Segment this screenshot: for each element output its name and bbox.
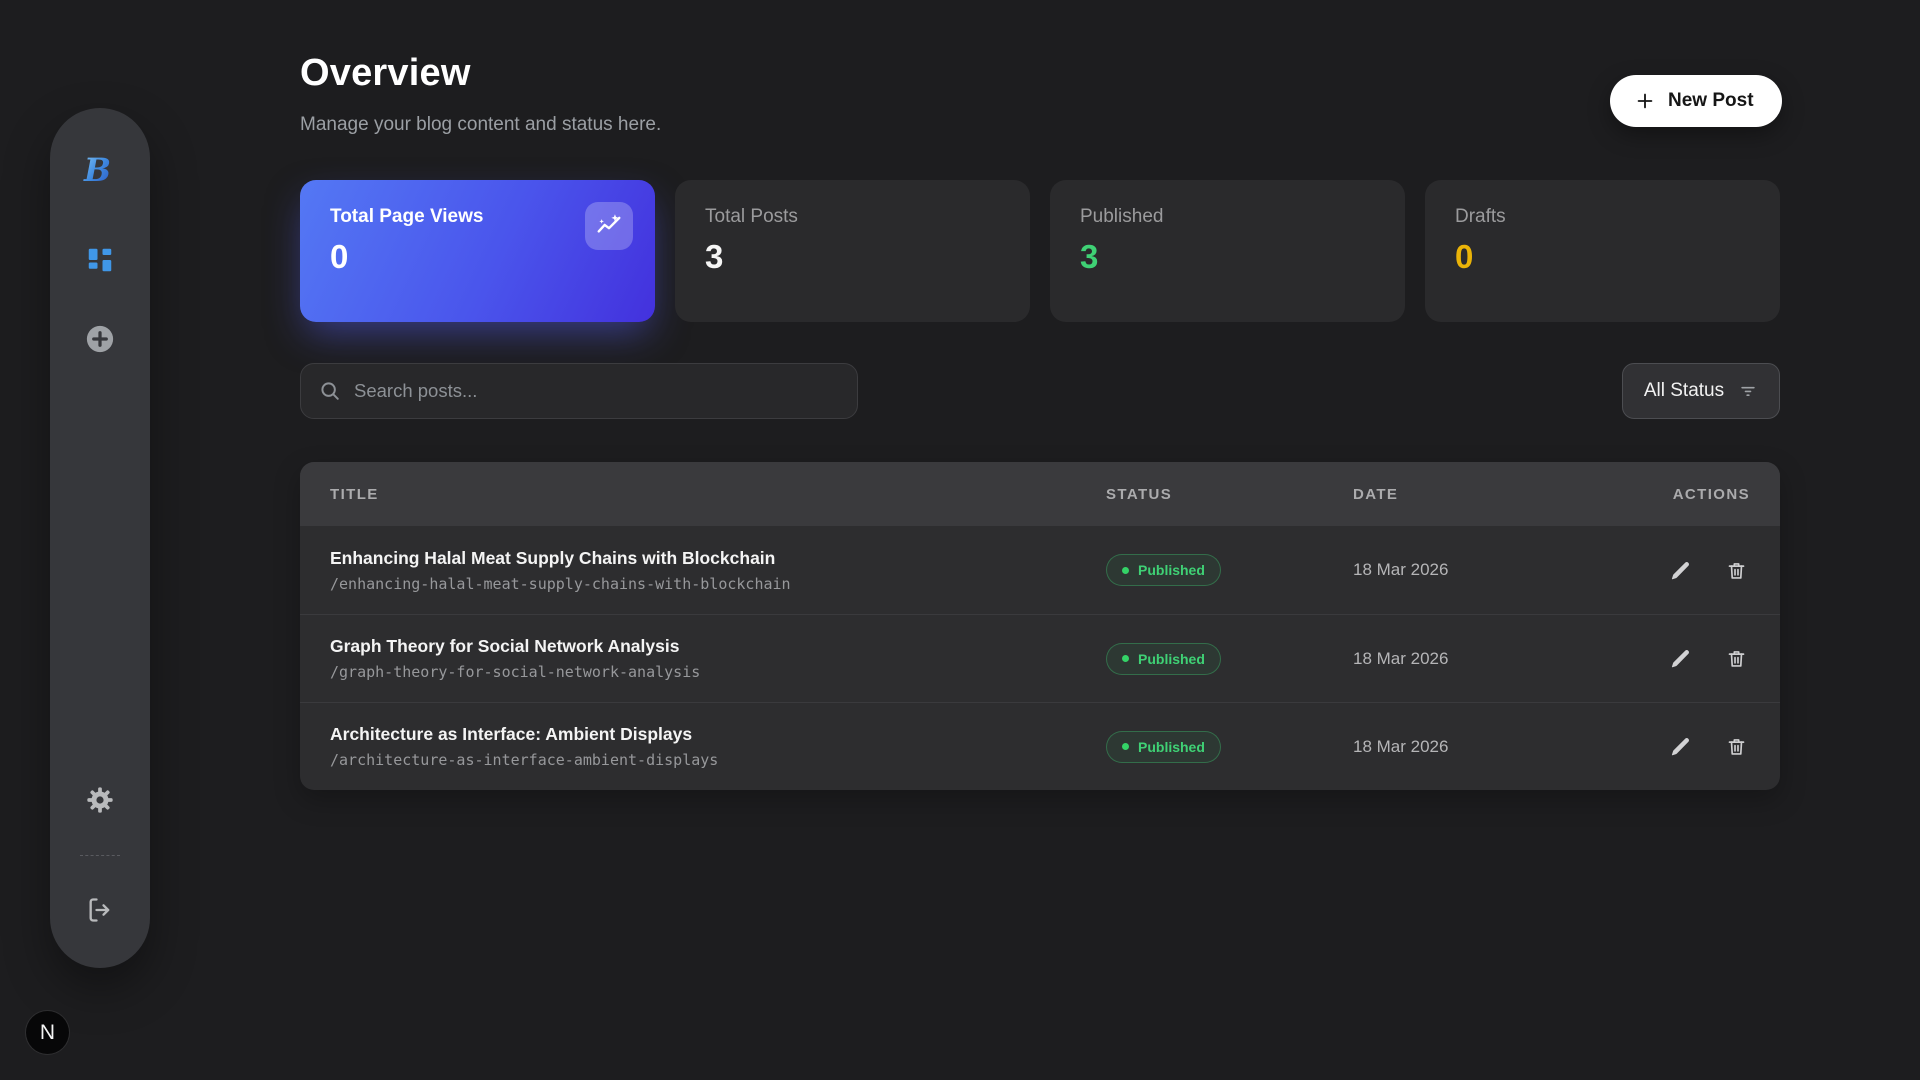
- post-title-cell: Graph Theory for Social Network Analysis…: [330, 636, 1106, 681]
- post-title-cell: Enhancing Halal Meat Supply Chains with …: [330, 548, 1106, 593]
- row-actions: [1663, 730, 1753, 764]
- delete-post-button[interactable]: [1719, 553, 1753, 587]
- status-badge: Published: [1106, 731, 1221, 763]
- post-title-cell: Architecture as Interface: Ambient Displ…: [330, 724, 1106, 769]
- stat-value: 0: [1455, 238, 1750, 276]
- row-actions: [1663, 642, 1753, 676]
- plus-icon: [1634, 90, 1656, 112]
- delete-trash-icon: [1726, 560, 1747, 581]
- stat-label: Drafts: [1455, 206, 1750, 228]
- table-header-row: TITLE STATUS DATE ACTIONS: [300, 462, 1780, 526]
- sidebar-item-logout[interactable]: [74, 884, 126, 936]
- stat-card-total-posts[interactable]: Total Posts 3: [675, 180, 1030, 322]
- search-box: [300, 363, 858, 419]
- status-dot-icon: [1122, 743, 1129, 750]
- avatar-initial: N: [40, 1021, 55, 1045]
- status-label: Published: [1138, 739, 1205, 755]
- sidebar-item-dashboard[interactable]: [74, 234, 126, 286]
- edit-pencil-icon: [1670, 736, 1691, 757]
- edit-post-button[interactable]: [1663, 553, 1697, 587]
- brand-logo[interactable]: B: [74, 144, 126, 196]
- post-slug: /enhancing-halal-meat-supply-chains-with…: [330, 575, 1106, 593]
- edit-pencil-icon: [1670, 648, 1691, 669]
- post-date: 18 Mar 2026: [1353, 560, 1663, 580]
- post-title: Graph Theory for Social Network Analysis: [330, 636, 1106, 657]
- status-badge: Published: [1106, 643, 1221, 675]
- status-label: Published: [1138, 562, 1205, 578]
- sidebar-item-settings[interactable]: [74, 774, 126, 826]
- stat-card-published[interactable]: Published 3: [1050, 180, 1405, 322]
- brand-logo-b-icon: B: [78, 148, 122, 192]
- post-slug: /graph-theory-for-social-network-analysi…: [330, 663, 1106, 681]
- page-subtitle: Manage your blog content and status here…: [300, 114, 661, 136]
- dashboard-grid-icon: [85, 245, 115, 275]
- filter-lines-icon: [1738, 381, 1758, 401]
- status-dot-icon: [1122, 567, 1129, 574]
- page-title: Overview: [300, 52, 471, 95]
- user-avatar[interactable]: N: [26, 1011, 69, 1054]
- stat-card-drafts[interactable]: Drafts 0: [1425, 180, 1780, 322]
- logout-icon: [86, 896, 114, 924]
- search-icon: [319, 380, 341, 402]
- edit-post-button[interactable]: [1663, 730, 1697, 764]
- stat-card-total-page-views[interactable]: Total Page Views 0: [300, 180, 655, 322]
- stats-row: Total Page Views 0 Total Posts 3 Publish…: [300, 180, 1780, 322]
- column-header-actions: ACTIONS: [1663, 486, 1750, 503]
- column-header-title: TITLE: [330, 486, 1106, 503]
- table-row[interactable]: Enhancing Halal Meat Supply Chains with …: [300, 526, 1780, 614]
- post-title: Architecture as Interface: Ambient Displ…: [330, 724, 1106, 745]
- new-post-button[interactable]: New Post: [1610, 75, 1782, 127]
- column-header-date: DATE: [1353, 486, 1663, 503]
- edit-post-button[interactable]: [1663, 642, 1697, 676]
- post-slug: /architecture-as-interface-ambient-displ…: [330, 751, 1106, 769]
- settings-gear-icon: [84, 784, 116, 816]
- delete-trash-icon: [1726, 736, 1747, 757]
- delete-trash-icon: [1726, 648, 1747, 669]
- post-title: Enhancing Halal Meat Supply Chains with …: [330, 548, 1106, 569]
- stat-value: 3: [705, 238, 1000, 276]
- delete-post-button[interactable]: [1719, 642, 1753, 676]
- trend-sparkline-icon: [596, 213, 622, 239]
- column-header-status: STATUS: [1106, 486, 1353, 503]
- sidebar-divider: [80, 855, 120, 856]
- status-filter-label: All Status: [1644, 380, 1724, 402]
- stat-label: Published: [1080, 206, 1375, 228]
- delete-post-button[interactable]: [1719, 730, 1753, 764]
- row-actions: [1663, 553, 1753, 587]
- post-date: 18 Mar 2026: [1353, 649, 1663, 669]
- post-date: 18 Mar 2026: [1353, 737, 1663, 757]
- add-post-circle-icon: [85, 324, 115, 354]
- stat-label: Total Page Views: [330, 206, 625, 228]
- posts-table: TITLE STATUS DATE ACTIONS Enhancing Hala…: [300, 462, 1780, 790]
- table-row[interactable]: Architecture as Interface: Ambient Displ…: [300, 702, 1780, 790]
- search-input[interactable]: [354, 380, 839, 402]
- status-filter-dropdown[interactable]: All Status: [1622, 363, 1780, 419]
- status-label: Published: [1138, 651, 1205, 667]
- edit-pencil-icon: [1670, 560, 1691, 581]
- sidebar: B: [50, 108, 150, 968]
- stat-value: 0: [330, 238, 625, 276]
- stat-label: Total Posts: [705, 206, 1000, 228]
- new-post-label: New Post: [1668, 90, 1754, 112]
- sidebar-item-new-post[interactable]: [74, 313, 126, 365]
- table-row[interactable]: Graph Theory for Social Network Analysis…: [300, 614, 1780, 702]
- svg-text:B: B: [83, 151, 111, 189]
- stat-value: 3: [1080, 238, 1375, 276]
- status-dot-icon: [1122, 655, 1129, 662]
- stat-icon-box: [585, 202, 633, 250]
- status-badge: Published: [1106, 554, 1221, 586]
